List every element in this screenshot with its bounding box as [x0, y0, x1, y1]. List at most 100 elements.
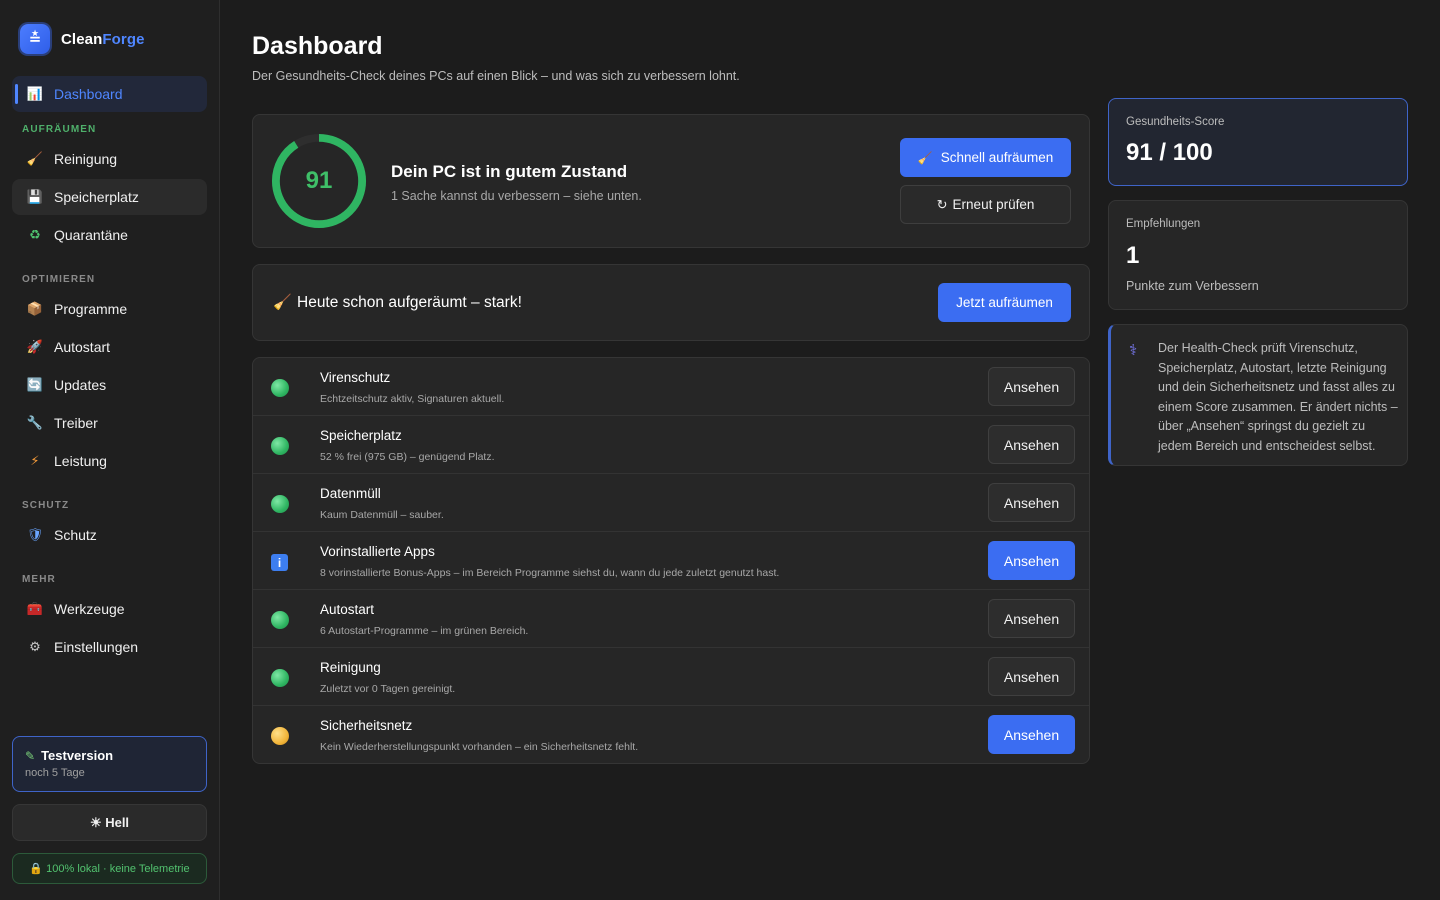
- trial-badge[interactable]: ✎ Testversion noch 5 Tage: [12, 736, 207, 792]
- refresh-icon: 🔄: [26, 377, 44, 392]
- shield-icon: 🛡: [26, 527, 44, 542]
- sidebar-item-quarantaene[interactable]: ♻ Quarantäne: [12, 217, 207, 253]
- sidebar-item-label: Updates: [54, 377, 107, 393]
- trial-title: ✎ Testversion: [25, 748, 114, 763]
- brand[interactable]: ≛ CleanForge: [20, 24, 145, 54]
- quick-clean-button[interactable]: 🧹 Schnell aufräumen: [900, 138, 1071, 177]
- score-stat-card: Gesundheits-Score 91 / 100: [1108, 98, 1408, 186]
- sidebar-item-updates[interactable]: 🔄 Updates: [12, 367, 207, 403]
- theme-toggle-button[interactable]: ☀ Hell: [12, 804, 207, 841]
- sidebar-item-leistung[interactable]: ⚡ Leistung: [12, 443, 207, 479]
- view-button[interactable]: Ansehen: [988, 367, 1075, 406]
- status-dot-icon: [271, 669, 289, 687]
- check-description: Echtzeitschutz aktiv, Signaturen aktuell…: [320, 393, 505, 405]
- sidebar-item-programme[interactable]: 📦 Programme: [12, 291, 207, 327]
- sidebar-item-speicherplatz[interactable]: 💾 Speicherplatz: [12, 179, 207, 215]
- recommendations-label: Empfehlungen: [1126, 218, 1201, 230]
- sidebar-item-treiber[interactable]: 🔧 Treiber: [12, 405, 207, 441]
- check-description: Kein Wiederherstellungspunkt vorhanden –…: [320, 741, 639, 753]
- view-button[interactable]: Ansehen: [988, 715, 1075, 754]
- check-row: i Vorinstallierte Apps 8 vorinstallierte B…: [253, 532, 1089, 590]
- view-button[interactable]: Ansehen: [988, 425, 1075, 464]
- sidebar-item-einstellungen[interactable]: ⚙ Einstellungen: [12, 629, 207, 665]
- status-dot-icon: [271, 727, 289, 745]
- status-dot-icon: [271, 437, 289, 455]
- recommendations-note: Punkte zum Verbessern: [1126, 279, 1259, 293]
- check-title: Virenschutz: [320, 370, 391, 385]
- broom-icon: 🧹: [917, 150, 933, 165]
- section-label-schutz: SCHUTZ: [22, 500, 70, 511]
- score-stat-label: Gesundheits-Score: [1126, 116, 1225, 128]
- view-button[interactable]: Ansehen: [988, 483, 1075, 522]
- floppy-disk-icon: 💾: [26, 189, 44, 204]
- sidebar-item-label: Werkzeuge: [54, 601, 125, 617]
- refresh-icon: ↻: [936, 196, 948, 212]
- check-row: Reinigung Zuletzt vor 0 Tagen gereinigt. A…: [253, 648, 1089, 706]
- recommendations-stat-card: Empfehlungen 1 Punkte zum Verbessern: [1108, 200, 1408, 310]
- check-row: Datenmüll Kaum Datenmüll – sauber. Ansehen: [253, 474, 1089, 532]
- check-title: Sicherheitsnetz: [320, 718, 413, 733]
- toolbox-icon: 🧰: [26, 601, 44, 616]
- view-button[interactable]: Ansehen: [988, 657, 1075, 696]
- sidebar-item-label: Programme: [54, 301, 128, 317]
- app-name: CleanForge: [61, 30, 145, 48]
- clean-banner: 🧹 Heute schon aufgeräumt – stark! Jetzt …: [252, 264, 1090, 341]
- broom-icon: 🧹: [26, 151, 44, 166]
- package-icon: 📦: [26, 301, 44, 316]
- sidebar-item-label: Autostart: [54, 339, 111, 355]
- check-row: Sicherheitsnetz Kein Wiederherstellungspu…: [253, 706, 1089, 764]
- sidebar-item-label: Reinigung: [54, 151, 118, 167]
- section-label-mehr: MEHR: [22, 574, 56, 585]
- health-check-list: Virenschutz Echtzeitschutz aktiv, Signatu…: [252, 357, 1090, 764]
- lightning-icon: ⚡: [30, 453, 40, 468]
- pencil-icon: ✎: [25, 748, 36, 763]
- app-logo-icon: ≛: [20, 24, 50, 54]
- check-title: Datenmüll: [320, 486, 381, 501]
- check-title: Vorinstallierte Apps: [320, 544, 435, 559]
- sidebar-item-dashboard[interactable]: 📊 Dashboard: [12, 76, 207, 112]
- status-dot-icon: [271, 611, 289, 629]
- check-description: 8 vorinstallierte Bonus-Apps – im Bereic…: [320, 567, 780, 579]
- sidebar-item-werkzeuge[interactable]: 🧰 Werkzeuge: [12, 591, 207, 627]
- gear-icon: ⚙: [29, 639, 41, 654]
- sidebar-item-schutz[interactable]: 🛡 Schutz: [12, 517, 207, 553]
- view-button[interactable]: Ansehen: [988, 599, 1075, 638]
- section-label-aufraeumen: AUFRÄUMEN: [22, 124, 97, 135]
- privacy-badge: 🔒 100% lokal · keine Telemetrie: [12, 853, 207, 884]
- stethoscope-icon: ⚕: [1129, 342, 1138, 359]
- sidebar: ≛ CleanForge 📊 Dashboard AUFRÄUMEN 🧹 Rei…: [0, 0, 220, 900]
- clean-banner-text: Heute schon aufgeräumt – stark!: [297, 294, 522, 311]
- health-score-value: 91: [305, 167, 333, 194]
- sidebar-item-reinigung[interactable]: 🧹 Reinigung: [12, 141, 207, 177]
- view-button[interactable]: Ansehen: [988, 541, 1075, 580]
- check-description: 52 % frei (975 GB) – genügend Platz.: [320, 451, 495, 463]
- sidebar-item-autostart[interactable]: 🚀 Autostart: [12, 329, 207, 365]
- check-title: Autostart: [320, 602, 375, 617]
- sidebar-item-label: Treiber: [54, 415, 98, 431]
- status-dot-icon: [271, 379, 289, 397]
- info-card: ⚕ Der Health-Check prüft Virenschutz, Sp…: [1108, 324, 1408, 466]
- clean-now-button[interactable]: Jetzt aufräumen: [938, 283, 1071, 322]
- check-description: Zuletzt vor 0 Tagen gereinigt.: [320, 683, 456, 695]
- trial-remaining: noch 5 Tage: [25, 767, 85, 779]
- rocket-icon: 🚀: [26, 339, 44, 354]
- broom-icon: 🧹: [273, 294, 292, 311]
- health-status-subtitle: 1 Sache kannst du verbessern – siehe unt…: [391, 189, 642, 203]
- check-row: Autostart 6 Autostart-Programme – im grün…: [253, 590, 1089, 648]
- sidebar-item-label: Schutz: [54, 527, 97, 543]
- sidebar-item-label: Dashboard: [54, 86, 123, 102]
- recommendations-value: 1: [1126, 242, 1140, 269]
- wrench-icon: 🔧: [26, 415, 44, 430]
- section-label-optimieren: OPTIMIEREN: [22, 274, 96, 285]
- sidebar-item-label: Quarantäne: [54, 227, 128, 243]
- recycle-icon: ♻: [29, 227, 41, 242]
- sidebar-item-label: Einstellungen: [54, 639, 139, 655]
- recheck-button[interactable]: ↻ Erneut prüfen: [900, 185, 1071, 224]
- check-description: Kaum Datenmüll – sauber.: [320, 509, 444, 521]
- check-row: Speicherplatz 52 % frei (975 GB) – genüge…: [253, 416, 1089, 474]
- score-stat-value: 91 / 100: [1126, 139, 1213, 166]
- page-title: Dashboard: [252, 32, 383, 60]
- health-card: 91 Dein PC ist in gutem Zustand 1 Sache …: [252, 114, 1090, 248]
- check-title: Reinigung: [320, 660, 381, 675]
- sidebar-item-label: Leistung: [54, 453, 107, 469]
